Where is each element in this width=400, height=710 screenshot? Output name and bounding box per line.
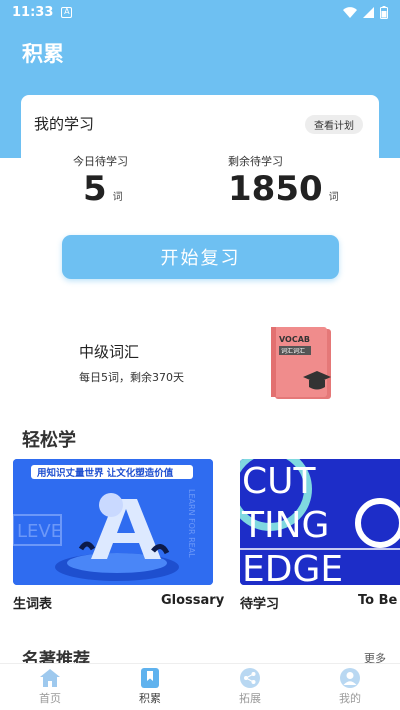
today-stat: 今日待学习 5词	[73, 153, 128, 209]
vocab-book-cover[interactable]: VOCAB 词汇词汇	[271, 327, 333, 401]
signal-icon	[363, 6, 374, 18]
today-label: 今日待学习	[73, 155, 128, 168]
to-study-banner-art: CUT TING EDGE	[240, 459, 400, 585]
status-time: 11:33	[12, 4, 54, 20]
glossary-name[interactable]: 生词表	[13, 593, 52, 612]
tab-accumulate[interactable]: 积累	[100, 664, 200, 710]
tab-mine[interactable]: 我的	[300, 664, 400, 710]
tab-home-label: 首页	[39, 692, 61, 705]
view-plan-button[interactable]: 查看计划	[305, 115, 363, 134]
tab-mine-label: 我的	[339, 692, 361, 705]
remaining-label: 剩余待学习	[228, 155, 283, 168]
vocab-book-name[interactable]: 中级词汇	[79, 341, 139, 362]
remaining-unit: 词	[328, 192, 339, 203]
to-study-english: To Be S	[358, 593, 400, 608]
glossary-english: Glossary	[161, 593, 225, 608]
glossary-banner-art: 用知识丈量世界 让文化塑造价值 LEVE LEARN FOR REAL	[13, 459, 213, 585]
svg-text:LEVE: LEVE	[17, 521, 62, 542]
my-study-title: 我的学习	[34, 115, 95, 133]
wifi-icon	[343, 6, 357, 18]
start-review-button[interactable]: 开始复习	[62, 235, 339, 279]
status-bar: 11:33 A	[0, 0, 400, 24]
glossary-card[interactable]: 用知识丈量世界 让文化塑造价值 LEVE LEARN FOR REAL	[13, 459, 213, 585]
tab-accumulate-label: 积累	[139, 692, 161, 705]
to-study-card[interactable]: CUT TING EDGE	[240, 459, 400, 585]
battery-icon	[380, 5, 388, 19]
today-value: 5	[83, 169, 107, 209]
tab-expand-label: 拓展	[239, 692, 261, 705]
vocab-book-desc: 每日5词，剩余370天	[79, 371, 184, 384]
svg-text:LEARN FOR REAL: LEARN FOR REAL	[187, 489, 196, 558]
user-icon	[340, 668, 360, 688]
today-unit: 词	[112, 192, 123, 203]
page-title: 积累	[22, 42, 64, 66]
svg-text:EDGE: EDGE	[242, 549, 343, 585]
glossary-banner-text: 用知识丈量世界 让文化塑造价值	[36, 467, 174, 479]
vocab-cover-text: VOCAB	[279, 335, 310, 344]
bookmark-icon	[141, 668, 159, 688]
notification-a-icon: A	[61, 6, 73, 18]
tab-home[interactable]: 首页	[0, 664, 100, 710]
bottom-tab-bar: 首页 积累 拓展 我的	[0, 663, 400, 710]
tab-expand[interactable]: 拓展	[200, 664, 300, 710]
svg-text:CUT: CUT	[242, 461, 316, 502]
status-icons	[343, 5, 388, 19]
share-icon	[240, 668, 260, 688]
remaining-stat: 剩余待学习 1850 词	[228, 153, 339, 209]
easy-learn-title: 轻松学	[22, 430, 76, 451]
to-study-name[interactable]: 待学习	[240, 593, 279, 612]
remaining-value: 1850	[228, 169, 323, 209]
home-icon	[40, 669, 60, 687]
svg-text:TING: TING	[241, 505, 329, 546]
vocab-cover-subtext: 词汇词汇	[281, 347, 305, 355]
